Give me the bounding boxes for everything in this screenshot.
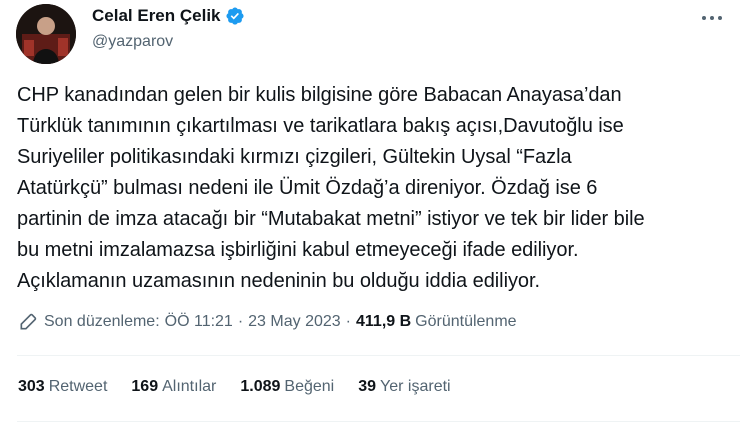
views-count: 411,9 B bbox=[356, 313, 412, 330]
avatar[interactable] bbox=[16, 4, 76, 64]
tweet-line: Açıklamanın uzamasının nedeninin bu oldu… bbox=[17, 270, 540, 292]
bookmarks-stat[interactable]: 39 Yer işareti bbox=[358, 378, 450, 396]
tweet-text: CHP kanadından gelen bir kulis bilgisine… bbox=[17, 80, 729, 297]
author-handle[interactable]: @yazparov bbox=[92, 33, 173, 51]
quotes-label: Alıntılar bbox=[162, 378, 217, 395]
tweet-line: bu metni imzalamazsa işbirliğini kabul e… bbox=[17, 239, 579, 261]
meta-separator: · bbox=[237, 313, 244, 330]
tweet-meta: Son düzenleme: ÖÖ 11:21 · 23 May 2023 · … bbox=[18, 312, 517, 332]
more-dots-icon bbox=[702, 16, 722, 20]
likes-stat[interactable]: 1.089 Beğeni bbox=[240, 378, 334, 396]
divider bbox=[17, 355, 740, 356]
tweet-date[interactable]: 23 May 2023 bbox=[248, 313, 341, 331]
retweets-label: Retweet bbox=[48, 378, 108, 395]
tweet-line: partinin de imza atacağı bir “Mutabakat … bbox=[17, 208, 645, 230]
bookmarks-count: 39 bbox=[358, 378, 377, 395]
meta-separator: · bbox=[345, 313, 351, 330]
tweet-time[interactable]: ÖÖ 11:21 bbox=[165, 313, 233, 331]
pencil-icon bbox=[20, 313, 37, 330]
tweet-line: Suriyeliler politikasındaki kırmızı çizg… bbox=[17, 146, 572, 168]
avatar-image bbox=[16, 4, 76, 64]
likes-label: Beğeni bbox=[284, 378, 335, 395]
quotes-stat[interactable]: 169 Alıntılar bbox=[131, 378, 216, 396]
author-name[interactable]: Celal Eren Çelik bbox=[92, 6, 221, 26]
tweet-stats: 303 Retweet 169 Alıntılar 1.089 Beğeni 3… bbox=[18, 378, 475, 396]
author-name-row: Celal Eren Çelik bbox=[92, 6, 245, 26]
quotes-count: 169 bbox=[131, 378, 159, 395]
views-label: Görüntülenme bbox=[415, 313, 517, 330]
edited-label[interactable]: Son düzenleme: bbox=[44, 313, 160, 331]
tweet-line: CHP kanadından gelen bir kulis bilgisine… bbox=[17, 84, 622, 106]
divider bbox=[17, 421, 740, 422]
retweets-stat[interactable]: 303 Retweet bbox=[18, 378, 107, 396]
more-options-button[interactable] bbox=[698, 6, 726, 30]
tweet-line: Türklük tanımının çıkartılması ve tarika… bbox=[17, 115, 624, 137]
retweets-count: 303 bbox=[18, 378, 45, 395]
verified-badge-icon bbox=[225, 7, 244, 25]
tweet-line: Atatürkçü” bulması nedeni ile Ümit Özdağ… bbox=[17, 177, 598, 199]
bookmarks-label: Yer işareti bbox=[380, 378, 451, 395]
likes-count: 1.089 bbox=[240, 378, 281, 395]
